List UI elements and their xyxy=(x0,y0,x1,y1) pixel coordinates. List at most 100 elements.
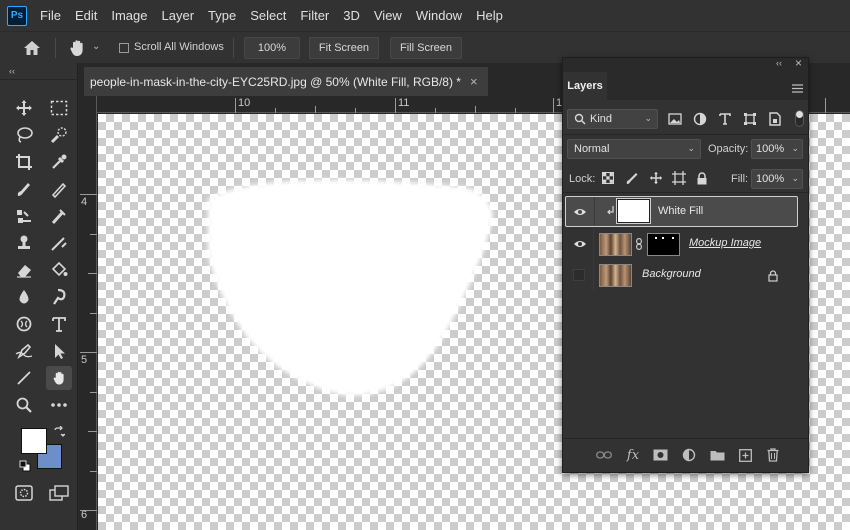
layers-empty-area[interactable] xyxy=(563,292,808,438)
layer-row-background[interactable]: Background xyxy=(565,260,803,291)
fit-screen-button[interactable]: Fit Screen xyxy=(309,37,379,59)
blend-mode-select[interactable]: Normal ⌄ xyxy=(567,139,701,159)
filter-toggle-switch[interactable] xyxy=(795,110,804,127)
tab-layers[interactable]: Layers xyxy=(563,72,607,100)
menu-type[interactable]: Type xyxy=(201,8,243,23)
close-panel-icon[interactable]: × xyxy=(795,56,802,70)
type-tool-icon[interactable] xyxy=(46,312,72,336)
new-group-folder-icon[interactable] xyxy=(708,447,726,463)
home-icon[interactable] xyxy=(22,39,42,57)
menu-image[interactable]: Image xyxy=(104,8,154,23)
menu-select[interactable]: Select xyxy=(243,8,293,23)
quick-mask-icon[interactable] xyxy=(11,481,37,505)
lock-pixels-brush-icon[interactable] xyxy=(623,169,641,187)
history-brush-tool-icon[interactable] xyxy=(46,204,72,228)
vertical-ruler[interactable]: 4 5 6 xyxy=(78,96,97,530)
default-colors-icon[interactable] xyxy=(19,460,31,472)
menu-window[interactable]: Window xyxy=(409,8,469,23)
hand-tool-preset-icon[interactable] xyxy=(66,37,88,59)
zoom-100-button[interactable]: 100% xyxy=(244,37,300,59)
delete-trash-icon[interactable] xyxy=(764,447,782,463)
adjustment-layer-icon[interactable] xyxy=(680,447,698,463)
lock-transparency-icon[interactable] xyxy=(599,169,617,187)
ruler-tick xyxy=(80,194,97,195)
visibility-eye-icon[interactable] xyxy=(573,206,587,218)
layer-mask-thumbnail[interactable] xyxy=(647,233,680,256)
stamp-tool-icon[interactable] xyxy=(11,231,37,255)
ruler-tick xyxy=(315,106,316,113)
lock-position-move-icon[interactable] xyxy=(647,169,665,187)
eraser-tool-icon[interactable] xyxy=(11,258,37,282)
filter-type-icon[interactable] xyxy=(716,110,734,128)
chevron-down-icon[interactable]: ⌄ xyxy=(92,41,100,52)
filter-pixel-icon[interactable] xyxy=(666,110,684,128)
clone-stamp-tool-icon[interactable] xyxy=(11,204,37,228)
marquee-tool-icon[interactable] xyxy=(46,96,72,120)
healing-brush-tool-icon[interactable] xyxy=(11,177,37,201)
document-tab[interactable]: people-in-mask-in-the-city-EYC25RD.jpg @… xyxy=(84,67,488,96)
menu-edit[interactable]: Edit xyxy=(68,8,104,23)
ruler-tick xyxy=(435,108,436,113)
search-icon xyxy=(574,113,586,125)
hand-tool-icon[interactable] xyxy=(46,366,72,390)
path-selection-tool-icon[interactable] xyxy=(46,339,72,363)
lock-all-icon[interactable] xyxy=(693,169,711,187)
toggle-knob xyxy=(796,111,803,118)
visibility-eye-icon[interactable] xyxy=(573,238,587,250)
fx-icon[interactable]: fx xyxy=(624,447,642,463)
add-mask-icon[interactable] xyxy=(651,447,669,463)
more-tools-icon[interactable] xyxy=(46,393,72,417)
menu-filter[interactable]: Filter xyxy=(293,8,336,23)
fill-field[interactable]: 100% ⌄ xyxy=(751,169,803,189)
ruler-tick xyxy=(80,352,97,353)
scroll-all-windows-checkbox[interactable] xyxy=(119,43,129,53)
brush-tool-icon[interactable] xyxy=(46,177,72,201)
opacity-field[interactable]: 100% ⌄ xyxy=(751,139,803,159)
paint-bucket-tool-icon[interactable] xyxy=(46,258,72,282)
screen-mode-icon[interactable] xyxy=(46,481,72,505)
layer-row-mockup-image[interactable]: Mockup Image xyxy=(565,229,803,260)
new-layer-icon[interactable] xyxy=(736,447,754,463)
lock-artboard-icon[interactable] xyxy=(670,169,688,187)
quick-selection-tool-icon[interactable] xyxy=(46,123,72,147)
fill-label: Fill: xyxy=(731,173,749,185)
swap-colors-icon[interactable] xyxy=(53,425,66,438)
foreground-color-swatch[interactable] xyxy=(21,428,47,454)
zoom-tool-icon[interactable] xyxy=(11,393,37,417)
lasso-tool-icon[interactable] xyxy=(11,123,37,147)
eyedropper-tool-icon[interactable] xyxy=(46,150,72,174)
link-layers-icon[interactable] xyxy=(595,447,613,463)
collapse-panel-icon[interactable]: ‹‹ xyxy=(776,58,782,68)
filter-shape-icon[interactable] xyxy=(741,110,759,128)
panel-menu-icon[interactable] xyxy=(792,82,803,93)
ruler-tick xyxy=(90,313,97,314)
menu-file[interactable]: File xyxy=(33,8,68,23)
link-chain-icon[interactable] xyxy=(636,238,642,250)
pen-tool-icon[interactable] xyxy=(11,339,37,363)
close-icon[interactable]: × xyxy=(470,74,478,89)
ruler-tick xyxy=(90,471,97,472)
panel-header-strip: ‹‹ × xyxy=(563,56,808,72)
fill-screen-button[interactable]: Fill Screen xyxy=(390,37,462,59)
filter-adjustment-icon[interactable] xyxy=(691,110,709,128)
dodge-tool-icon[interactable] xyxy=(46,285,72,309)
filter-smart-object-icon[interactable] xyxy=(766,110,784,128)
menu-layer[interactable]: Layer xyxy=(155,8,202,23)
sponge-brain-tool-icon[interactable] xyxy=(11,312,37,336)
menu-help[interactable]: Help xyxy=(469,8,510,23)
smudge-brush-tool-icon[interactable] xyxy=(46,231,72,255)
collapse-toolbar-icon[interactable]: ‹‹ xyxy=(9,66,15,76)
layer-row-white-fill[interactable]: White Fill xyxy=(565,196,798,227)
ruler-tick xyxy=(90,234,97,235)
divider xyxy=(233,38,234,58)
crop-tool-icon[interactable] xyxy=(11,150,37,174)
layers-panel-footer: fx xyxy=(563,438,808,472)
move-tool-icon[interactable] xyxy=(11,96,37,120)
filter-kind-select[interactable]: Kind ⌄ xyxy=(567,109,658,129)
blur-tool-icon[interactable] xyxy=(11,285,37,309)
line-tool-icon[interactable] xyxy=(11,366,37,390)
menu-3d[interactable]: 3D xyxy=(336,8,367,23)
visibility-toggle-off[interactable] xyxy=(573,269,585,281)
menu-view[interactable]: View xyxy=(367,8,409,23)
divider xyxy=(593,260,594,291)
